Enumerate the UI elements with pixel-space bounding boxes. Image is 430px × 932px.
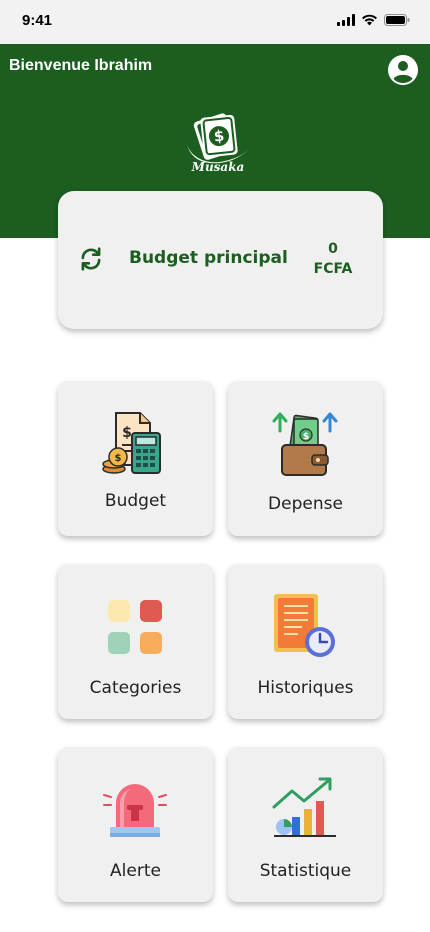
statistics-chart-icon [272, 777, 336, 837]
siren-alert-icon [103, 784, 167, 837]
budget-card[interactable]: Budget principal 0 FCFA [58, 191, 383, 329]
signal-icon [337, 14, 355, 26]
menu-tile-depense[interactable]: $ Depense [228, 381, 383, 536]
brand-name: Musaka [191, 160, 245, 174]
tile-label: Categories [89, 678, 182, 698]
tile-label: Budget [104, 491, 167, 511]
status-icons [337, 14, 410, 26]
status-bar: 9:41 [0, 0, 430, 44]
categories-grid-icon [108, 600, 162, 654]
budget-calculator-icon: $ $ [102, 412, 161, 474]
tile-label: Historiques [257, 678, 354, 698]
menu-tile-budget[interactable]: $ $ Budget [58, 381, 213, 536]
status-time: 9:41 [22, 12, 53, 29]
wifi-icon [362, 14, 377, 26]
menu-tile-alerte[interactable]: Alerte [58, 747, 213, 902]
history-clock-icon [274, 594, 335, 657]
profile-icon[interactable] [387, 54, 419, 86]
greeting-text: Bienvenue Ibrahim [9, 57, 153, 74]
tile-label: Depense [268, 494, 343, 514]
refresh-icon[interactable] [78, 246, 104, 272]
svg-text:$: $ [213, 127, 225, 146]
budget-title: Budget principal [129, 248, 288, 268]
budget-amount-value: 0 [328, 241, 338, 257]
svg-text:$: $ [115, 453, 122, 464]
svg-text:$: $ [122, 425, 132, 441]
menu-tile-statistique[interactable]: Statistique [228, 747, 383, 902]
menu-tile-historiques[interactable]: Historiques [228, 564, 383, 719]
tile-label: Alerte [110, 861, 161, 881]
wallet-money-icon: $ [272, 412, 338, 476]
tile-label: Statistique [259, 861, 352, 881]
svg-text:$: $ [303, 432, 309, 442]
budget-currency: FCFA [313, 261, 353, 277]
budget-amount: 0 FCFA [307, 239, 359, 279]
menu-tile-categories[interactable]: Categories [58, 564, 213, 719]
battery-icon [384, 14, 410, 26]
